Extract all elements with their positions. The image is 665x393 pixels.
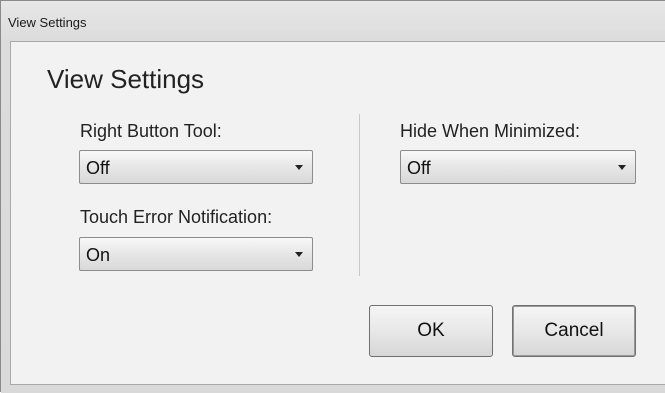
title-bar[interactable]: View Settings xyxy=(1,1,665,41)
right-button-tool-label: Right Button Tool: xyxy=(80,121,222,141)
right-button-tool-value: Off xyxy=(86,158,110,178)
hide-when-minimized-dropdown[interactable]: Off xyxy=(400,150,636,184)
chevron-down-icon xyxy=(295,252,303,257)
ok-button[interactable]: OK xyxy=(369,305,493,357)
touch-error-notification-dropdown[interactable]: On xyxy=(79,237,313,271)
hide-when-minimized-label: Hide When Minimized: xyxy=(400,121,581,141)
settings-window: View Settings View Settings Right Button… xyxy=(0,0,665,393)
dialog-body: View Settings Right Button Tool: Off Tou… xyxy=(10,41,665,385)
window-title: View Settings xyxy=(8,15,87,30)
chevron-down-icon xyxy=(618,165,626,170)
hide-when-minimized-value: Off xyxy=(407,158,431,178)
touch-error-notification-value: On xyxy=(86,245,111,265)
cancel-button[interactable]: Cancel xyxy=(512,305,636,357)
chevron-down-icon xyxy=(295,165,303,170)
right-button-tool-dropdown[interactable]: Off xyxy=(79,150,313,184)
touch-error-notification-label: Touch Error Notification: xyxy=(80,207,273,227)
column-divider xyxy=(359,114,360,276)
dialog-heading: View Settings xyxy=(47,64,205,94)
